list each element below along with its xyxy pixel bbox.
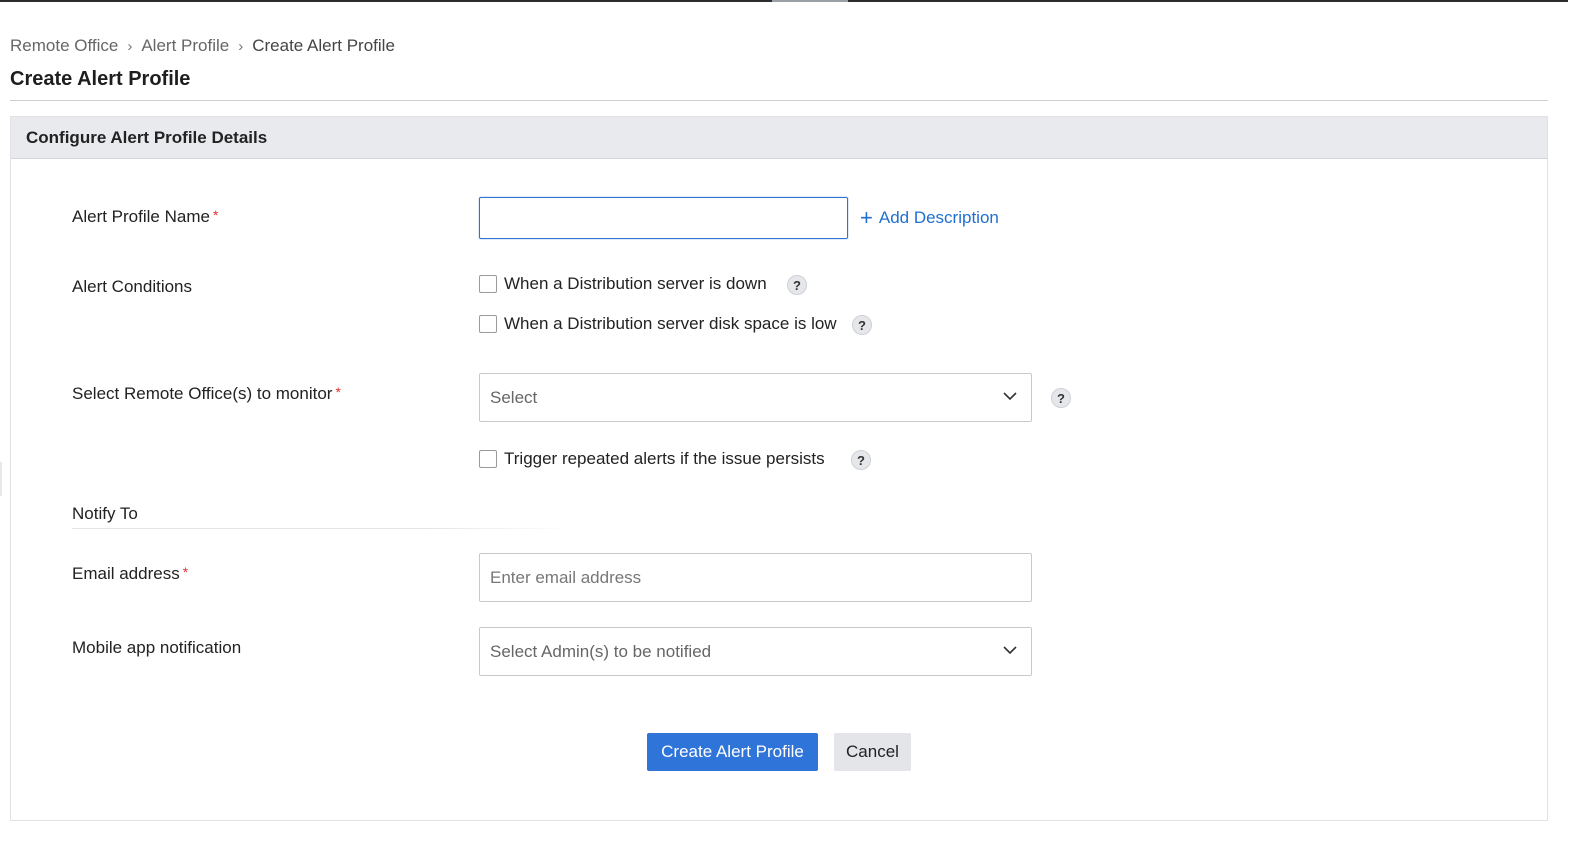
question-icon[interactable]: ? [852, 315, 872, 335]
notify-to-heading: Notify To [72, 504, 138, 523]
add-description-label: Add Description [878, 208, 999, 227]
condition-server-down-row: When a Distribution server is down [479, 274, 767, 294]
alert-profile-name-input[interactable] [479, 197, 848, 239]
plus-icon: + [860, 205, 873, 230]
notify-to-divider [72, 528, 572, 529]
condition-disk-low-label: When a Distribution server disk space is… [504, 314, 837, 333]
alert-conditions-label: Alert Conditions [72, 277, 193, 296]
chevron-down-icon [1003, 646, 1017, 655]
cancel-button[interactable]: Cancel [834, 733, 911, 771]
email-label-text: Email address [72, 564, 180, 583]
top-border-indicator [772, 0, 848, 2]
create-alert-profile-button[interactable]: Create Alert Profile [647, 733, 818, 771]
page-title: Create Alert Profile [10, 68, 191, 90]
chevron-down-icon [1003, 392, 1017, 401]
mobile-notification-select[interactable]: Select Admin(s) to be notified [479, 627, 1032, 676]
chevron-right-icon: › [238, 37, 244, 55]
condition-server-down-checkbox[interactable] [479, 275, 497, 293]
breadcrumb: Remote Office › Alert Profile › Create A… [10, 36, 395, 56]
title-divider [10, 100, 1548, 101]
breadcrumb-current: Create Alert Profile [252, 36, 395, 55]
condition-server-down-label: When a Distribution server is down [504, 274, 767, 293]
email-label: Email address * [72, 564, 188, 584]
mobile-notification-select-value: Select Admin(s) to be notified [490, 641, 712, 661]
add-description-link[interactable]: + Add Description [860, 205, 999, 230]
left-edge-handle [0, 462, 2, 496]
remote-offices-select[interactable]: Select [479, 373, 1032, 422]
condition-disk-low-row: When a Distribution server disk space is… [479, 314, 837, 334]
condition-disk-low-checkbox[interactable] [479, 315, 497, 333]
email-input[interactable] [479, 553, 1032, 602]
required-marker: * [212, 207, 219, 223]
panel-header: Configure Alert Profile Details [11, 117, 1547, 159]
remote-offices-label: Select Remote Office(s) to monitor * [72, 384, 341, 404]
repeat-alerts-label: Trigger repeated alerts if the issue per… [504, 449, 825, 468]
breadcrumb-remote-office[interactable]: Remote Office [10, 36, 118, 56]
repeat-alerts-row: Trigger repeated alerts if the issue per… [479, 449, 825, 469]
chevron-right-icon: › [127, 37, 133, 55]
breadcrumb-alert-profile[interactable]: Alert Profile [141, 36, 229, 56]
alert-profile-name-label: Alert Profile Name * [72, 207, 218, 227]
mobile-notification-label: Mobile app notification [72, 638, 242, 657]
question-icon[interactable]: ? [1051, 388, 1071, 408]
repeat-alerts-checkbox[interactable] [479, 450, 497, 468]
alert-profile-name-label-text: Alert Profile Name [72, 207, 210, 226]
remote-offices-select-value: Select [490, 387, 538, 407]
required-marker: * [182, 564, 189, 580]
remote-offices-label-text: Select Remote Office(s) to monitor [72, 384, 333, 403]
question-icon[interactable]: ? [787, 275, 807, 295]
question-icon[interactable]: ? [851, 450, 871, 470]
top-border [0, 0, 1568, 2]
required-marker: * [335, 384, 341, 400]
